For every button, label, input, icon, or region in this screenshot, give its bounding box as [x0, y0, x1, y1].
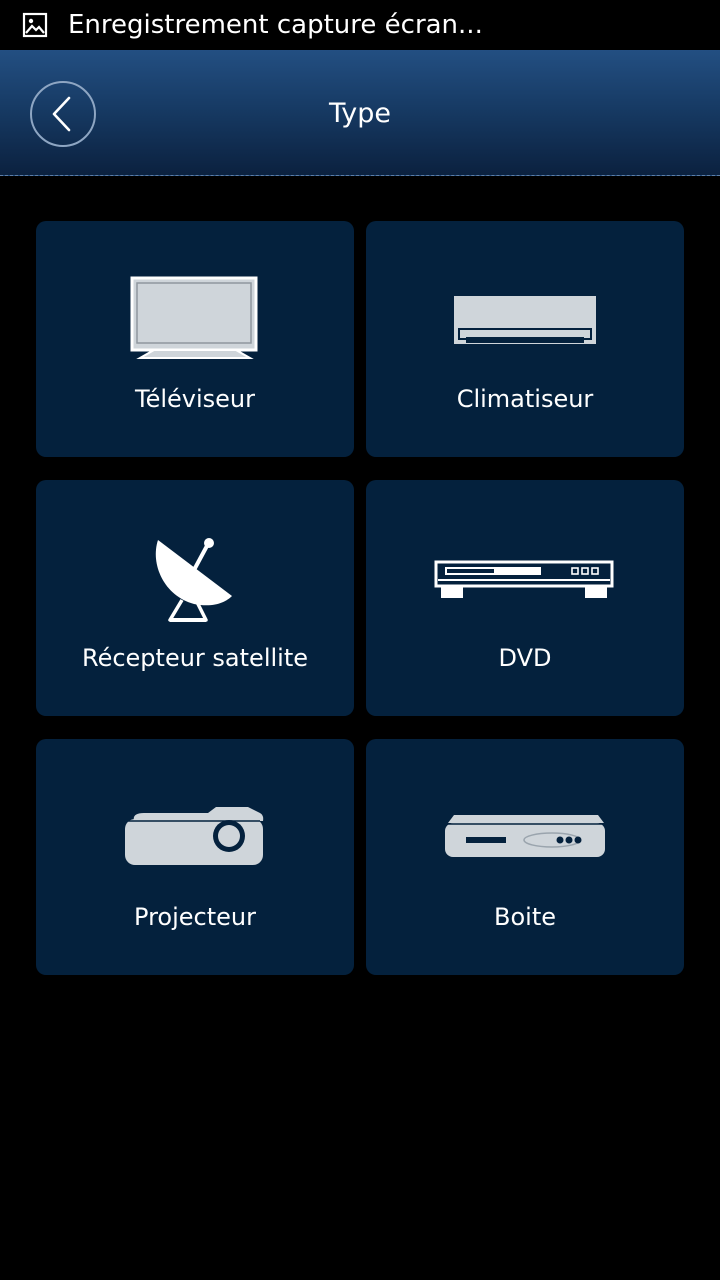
device-card-air-conditioner[interactable]: Climatiseur [366, 221, 684, 457]
image-icon [22, 12, 48, 38]
device-card-projector[interactable]: Projecteur [36, 739, 354, 975]
page-title: Type [328, 98, 391, 129]
air-conditioner-icon [454, 296, 596, 344]
header-bar: Type [0, 50, 720, 176]
device-card-satellite-receiver[interactable]: Récepteur satellite [36, 480, 354, 716]
device-card-label: Téléviseur [135, 385, 255, 413]
device-card-label: Climatiseur [456, 385, 594, 413]
device-card-label: Projecteur [134, 903, 256, 931]
projector-icon [125, 807, 264, 865]
status-notification-text: Enregistrement capture écran... [68, 10, 483, 40]
dvd-player-icon [434, 560, 614, 598]
satellite-dish-icon [155, 538, 232, 622]
device-card-tv[interactable]: Téléviseur [36, 221, 354, 457]
device-card-dvd[interactable]: DVD [366, 480, 684, 716]
device-card-label: Récepteur satellite [81, 644, 308, 672]
status-bar: Enregistrement capture écran... [0, 0, 720, 50]
device-card-set-top-box[interactable]: Boite [366, 739, 684, 975]
tv-icon [130, 276, 258, 359]
device-card-label: DVD [498, 644, 552, 672]
device-card-label: Boite [494, 903, 556, 931]
set-top-box-icon [445, 815, 605, 857]
